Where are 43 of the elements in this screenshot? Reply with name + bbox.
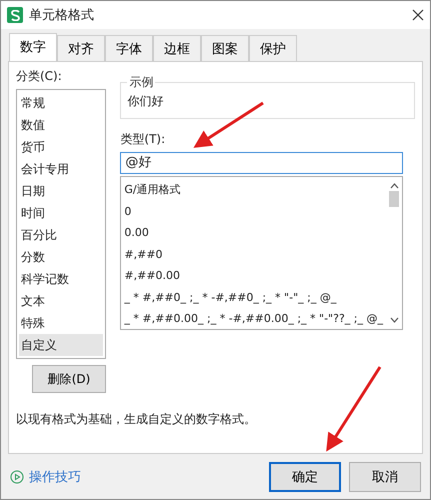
category-item[interactable]: 百分比: [19, 224, 104, 246]
format-item[interactable]: #,##0.00: [124, 265, 383, 286]
category-item[interactable]: 时间: [19, 202, 104, 224]
format-item[interactable]: 0: [124, 200, 383, 222]
category-item[interactable]: 常规: [19, 92, 104, 114]
format-item[interactable]: _ * #,##0.00_ ;_ * -#,##0.00_ ;_ * "-"??_ ;_ @_: [124, 308, 383, 330]
category-item[interactable]: 特殊: [19, 312, 104, 334]
play-circle-icon: [10, 470, 24, 484]
tab[interactable]: 对齐: [57, 35, 105, 62]
category-item[interactable]: 分数: [19, 246, 104, 268]
tips-link[interactable]: 操作技巧: [10, 468, 261, 486]
sample-label: 示例: [128, 74, 154, 91]
tab[interactable]: 图案: [201, 35, 249, 62]
category-label: 分类(C):: [16, 68, 62, 85]
close-icon[interactable]: [412, 9, 424, 21]
type-label: 类型(T):: [120, 131, 166, 148]
category-item[interactable]: 文本: [19, 290, 104, 312]
description-text: 以现有格式为基础，生成自定义的数字格式。: [16, 411, 257, 428]
category-item[interactable]: 科学记数: [19, 268, 104, 290]
category-item[interactable]: 货币: [19, 136, 104, 158]
scrollbar-thumb[interactable]: [389, 191, 399, 207]
window-title: 单元格格式: [29, 7, 95, 24]
category-item[interactable]: 日期: [19, 180, 104, 202]
scroll-down-icon[interactable]: [390, 317, 398, 323]
format-item[interactable]: 0.00: [124, 222, 383, 244]
tab[interactable]: 保护: [249, 35, 297, 62]
format-item[interactable]: G/通用格式: [124, 179, 383, 200]
type-input-field[interactable]: @好: [120, 152, 403, 174]
tab[interactable]: 边框: [153, 35, 201, 62]
annotation-arrow: [193, 102, 264, 148]
format-item[interactable]: _ * #,##0_ ;_ * -#,##0_ ;_ * "-"_ ;_ @_: [124, 286, 383, 308]
category-item[interactable]: 数值: [19, 114, 104, 136]
cancel-button[interactable]: 取消: [349, 462, 421, 492]
format-item[interactable]: #,##0: [124, 244, 383, 265]
category-item[interactable]: 自定义: [19, 334, 104, 356]
delete-button[interactable]: 删除(D): [32, 365, 106, 393]
ok-button[interactable]: 确定: [269, 462, 341, 492]
scroll-up-icon[interactable]: [390, 183, 398, 189]
app-logo-icon: [7, 7, 23, 23]
sample-value: 你们好: [127, 94, 164, 108]
tab[interactable]: 字体: [105, 35, 153, 62]
tab[interactable]: 数字: [9, 33, 57, 62]
category-item[interactable]: 会计专用: [19, 158, 104, 180]
